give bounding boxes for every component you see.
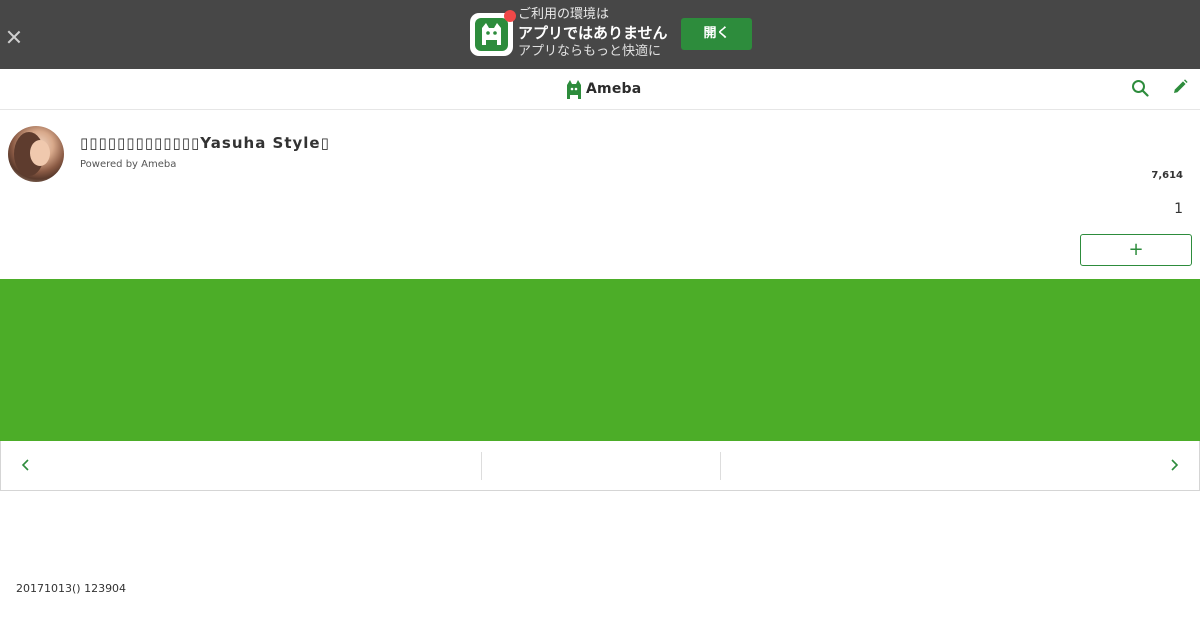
- open-app-button[interactable]: 開く: [681, 18, 752, 50]
- reader-count: 7,614: [1151, 170, 1183, 181]
- ameba-mascot-icon: [567, 80, 581, 99]
- nav-divider: [481, 452, 482, 480]
- notification-dot: [504, 10, 516, 22]
- avatar-face: [30, 140, 50, 166]
- banner-line1: ご利用の環境は: [518, 7, 610, 22]
- site-header: Ameba: [0, 69, 1200, 110]
- entry-navigation: [0, 441, 1200, 491]
- app-banner: ご利用の環境は アプリではありません アプリならもっと快適に 開く: [0, 0, 1200, 69]
- banner-message: ご利用の環境は アプリではありません アプリならもっと快適に: [518, 6, 668, 61]
- banner-line3: アプリならもっと快適に: [518, 44, 662, 59]
- header-image: [0, 279, 1200, 441]
- small-count: 1: [1174, 201, 1183, 217]
- avatar[interactable]: [8, 126, 64, 182]
- search-icon[interactable]: [1131, 79, 1149, 97]
- pencil-icon[interactable]: [1172, 79, 1188, 95]
- chevron-right-icon[interactable]: [1167, 458, 1181, 472]
- post-date: 20171013() 123904: [16, 582, 127, 595]
- nav-divider: [720, 452, 721, 480]
- ameba-logo[interactable]: Ameba: [565, 77, 641, 101]
- close-icon[interactable]: [5, 28, 23, 46]
- powered-by: Powered by Ameba: [80, 159, 177, 170]
- follow-button[interactable]: +: [1080, 234, 1192, 266]
- logo-text: Ameba: [586, 81, 642, 97]
- chevron-left-icon[interactable]: [19, 458, 33, 472]
- banner-line2: アプリではありません: [518, 24, 668, 42]
- blog-title[interactable]: ▯▯▯▯▯▯▯▯▯▯▯▯▯Yasuha Style▯: [80, 134, 330, 152]
